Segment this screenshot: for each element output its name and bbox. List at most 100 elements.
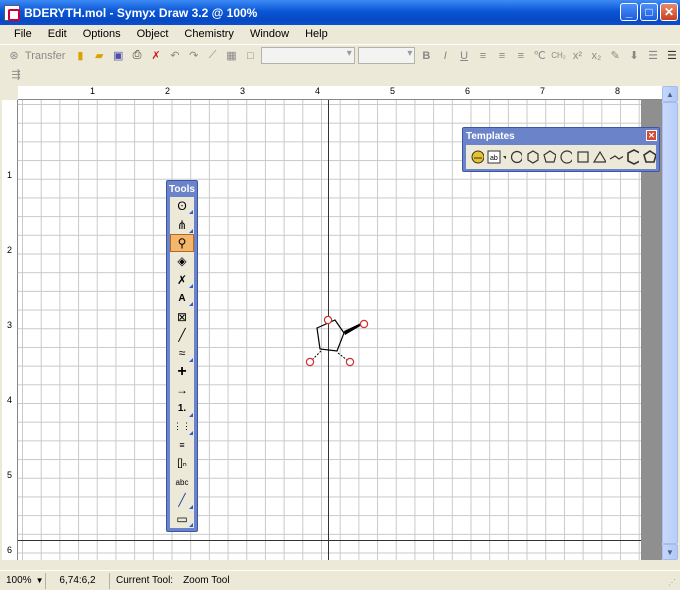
atom-tool-icon[interactable]: ✗ [170, 271, 194, 289]
align-center-icon[interactable]: ≡ [494, 48, 510, 64]
chain-icon[interactable] [609, 149, 623, 165]
rectangle-tool-icon[interactable]: ▭ [170, 510, 194, 528]
octagon-icon[interactable] [626, 149, 640, 165]
subscript-label-icon[interactable]: CH₂ [551, 48, 567, 64]
atom-map-tool-icon[interactable]: ⋮⋮ [170, 418, 194, 436]
redo-icon[interactable]: ↷ [186, 48, 202, 64]
scroll-up-icon[interactable]: ▲ [662, 86, 678, 102]
ring-bond [316, 319, 345, 352]
menu-chemistry[interactable]: Chemistry [176, 28, 242, 40]
font-combo[interactable] [261, 47, 355, 64]
distribute-icon[interactable]: ⇶ [8, 67, 24, 83]
grid-icon[interactable]: ▦ [224, 48, 240, 64]
bold-button[interactable]: B [418, 48, 434, 64]
window-title: BDERYTH.mol - Symyx Draw 3.2 @ 100% [24, 5, 258, 20]
cleanup-icon[interactable]: ⟋ [205, 48, 221, 64]
new-file-icon[interactable]: ▮ [72, 48, 88, 64]
square-icon[interactable] [575, 149, 590, 165]
size-combo[interactable] [357, 47, 416, 64]
pen-color-icon[interactable]: ✎ [607, 48, 623, 64]
bond-tool-icon[interactable]: ╱ [170, 326, 194, 344]
ruler-label: 6 [465, 86, 471, 96]
triangle-icon[interactable] [592, 149, 606, 165]
vertical-ruler: 1 2 3 4 5 6 [2, 100, 18, 560]
template-set-icon[interactable]: ab [487, 149, 506, 165]
wedge-bond [344, 323, 362, 335]
page-guide-horizontal [18, 540, 641, 541]
scroll-thumb[interactable] [662, 102, 678, 544]
text-tool-icon[interactable]: abc [170, 473, 194, 491]
ruler-label: 3 [240, 86, 246, 96]
template-library-icon[interactable] [470, 149, 484, 165]
line-style-icon[interactable]: ☰ [645, 48, 661, 64]
bracket-tool-icon[interactable]: []ₙ [170, 454, 194, 472]
hash-bond [311, 350, 322, 361]
hexagon-icon[interactable] [525, 149, 539, 165]
line-weight-icon[interactable]: ☰ [664, 48, 680, 64]
menu-file[interactable]: File [6, 28, 40, 40]
zoom-tool-icon[interactable]: ⚲ [170, 233, 194, 253]
align-right-icon[interactable]: ≡ [513, 48, 529, 64]
coordinates-readout: 6,74:6,2 [46, 572, 110, 589]
menu-help[interactable]: Help [297, 28, 336, 40]
status-bar: 100% ▼ 6,74:6,2 Current Tool: Zoom Tool … [0, 570, 680, 590]
maximize-icon[interactable]: □ [640, 3, 658, 21]
close-icon[interactable]: ✕ [646, 130, 657, 141]
pentagon-alt-icon[interactable] [642, 149, 657, 165]
plus-tool-icon[interactable]: + [170, 363, 194, 381]
save-icon[interactable]: ▣ [110, 48, 126, 64]
current-tool-readout: Current Tool: Zoom Tool [110, 573, 236, 589]
template-tool-icon[interactable]: ⊠ [170, 307, 194, 325]
oxygen-atom [305, 357, 315, 367]
frame-icon[interactable]: □ [242, 48, 258, 64]
molecule-structure[interactable] [300, 310, 375, 372]
chain-tool-icon[interactable]: ≈ [170, 344, 194, 362]
open-folder-icon[interactable]: ▰ [91, 48, 107, 64]
underline-button[interactable]: U [456, 48, 472, 64]
resize-grip-icon[interactable]: ⋰ [668, 578, 678, 588]
select-tool-icon[interactable]: ⋔ [170, 215, 194, 233]
pentagon-icon[interactable] [542, 149, 556, 165]
heptagon-icon[interactable] [559, 149, 573, 165]
superscript-icon[interactable]: x² [570, 48, 586, 64]
scroll-down-icon[interactable]: ▼ [662, 544, 678, 560]
cyclopropane-icon[interactable] [509, 149, 523, 165]
menu-window[interactable]: Window [242, 28, 297, 40]
arrow-tool-icon[interactable]: → [170, 381, 194, 399]
text-atom-tool-icon[interactable]: A [170, 289, 194, 307]
vertical-scrollbar[interactable]: ▲ ▼ [662, 86, 678, 560]
align-left-icon[interactable]: ≡ [475, 48, 491, 64]
ruler-label: 5 [390, 86, 396, 96]
ruler-label: 3 [7, 320, 13, 330]
delete-icon[interactable]: ✗ [148, 48, 164, 64]
transfer-button[interactable]: Transfer [25, 50, 66, 62]
undo-icon[interactable]: ↶ [167, 48, 183, 64]
close-icon[interactable]: ✕ [660, 3, 678, 21]
tools-palette-title[interactable]: Tools [167, 181, 197, 197]
app-icon [4, 4, 20, 21]
eraser-tool-icon[interactable]: ◈ [170, 252, 194, 270]
ruler-label: 4 [315, 86, 321, 96]
italic-button[interactable]: I [437, 48, 453, 64]
menu-object[interactable]: Object [129, 28, 177, 40]
lasso-tool-icon[interactable]: ʘ [170, 197, 194, 215]
print-icon[interactable]: ⎙ [129, 48, 145, 64]
templates-palette-title[interactable]: Templates [466, 131, 515, 142]
zoom-dropdown[interactable]: 100% ▼ [0, 572, 46, 589]
templates-palette[interactable]: Templates ✕ ab [462, 127, 660, 172]
subscript-icon[interactable]: x₂ [588, 48, 604, 64]
fill-color-icon[interactable]: ⬇ [626, 48, 642, 64]
label-tool-icon[interactable]: ≡ [170, 436, 194, 454]
menu-bar: File Edit Options Object Chemistry Windo… [0, 25, 680, 43]
menu-options[interactable]: Options [75, 28, 129, 40]
tools-palette[interactable]: Tools ʘ ⋔ ⚲ ◈ ✗ A ⊠ ╱ ≈ + → 1. ⋮⋮ ≡ []ₙ … [166, 180, 198, 532]
oxygen-atom [323, 315, 333, 325]
minimize-icon[interactable]: _ [620, 3, 638, 21]
charge-tool-icon[interactable]: 1. [170, 399, 194, 417]
menu-edit[interactable]: Edit [40, 28, 75, 40]
chevron-down-icon: ▼ [35, 576, 44, 585]
ruler-label: 1 [90, 86, 96, 96]
transfer-icon[interactable]: ⊛ [6, 48, 22, 64]
formula-icon[interactable]: ℃ [532, 48, 548, 64]
line-tool-icon[interactable]: ╱ [170, 491, 194, 509]
